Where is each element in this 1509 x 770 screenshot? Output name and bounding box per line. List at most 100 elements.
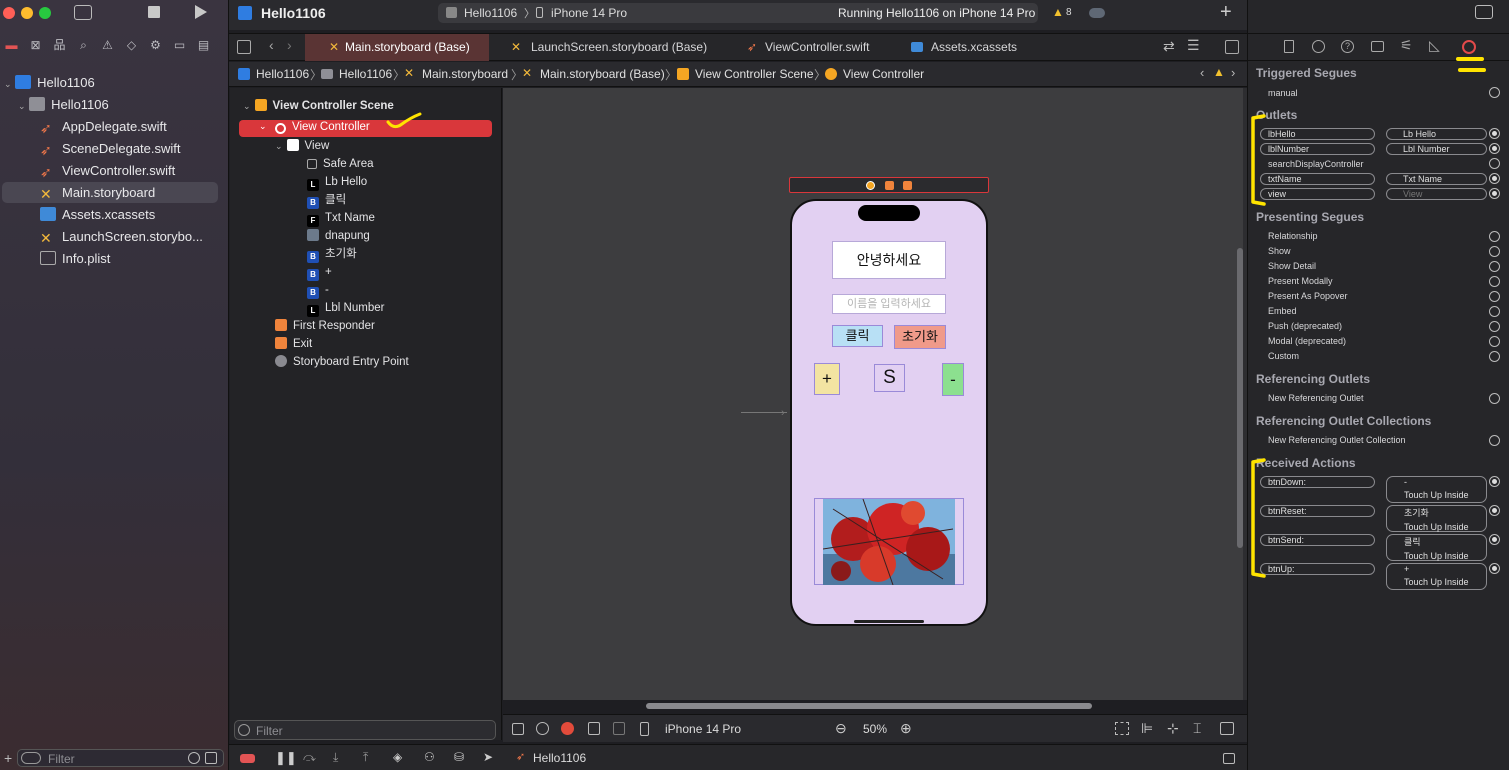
file-main-storyboard[interactable]: ✕ Main.storyboard	[2, 182, 218, 203]
action-target[interactable]: + Touch Up Inside	[1386, 563, 1487, 590]
outline-plus-button[interactable]: B +	[307, 263, 332, 281]
connection-well[interactable]	[1489, 291, 1500, 302]
outline-click-button[interactable]: B 클릭	[307, 191, 346, 209]
connection-well[interactable]	[1489, 505, 1500, 516]
close-window-button[interactable]	[3, 7, 15, 19]
run-icon[interactable]	[195, 5, 207, 19]
outlet-target[interactable]: Lb Hello	[1386, 128, 1487, 140]
outline-reset-button[interactable]: B 초기화	[307, 245, 357, 263]
outline-view[interactable]: ⌄ View	[275, 137, 329, 155]
minimize-window-button[interactable]	[21, 7, 33, 19]
step-into-icon[interactable]: ⤓	[333, 750, 338, 765]
align-icon[interactable]: ⊫	[1141, 720, 1153, 737]
number-label[interactable]: S	[874, 364, 905, 392]
connection-well[interactable]	[1489, 435, 1500, 446]
first-responder-icon[interactable]	[885, 181, 894, 190]
outline-txt-name[interactable]: F Txt Name	[307, 209, 375, 227]
file-assets[interactable]: Assets.xcassets	[0, 204, 229, 225]
scheme-selector[interactable]: Hello1106	[464, 6, 517, 20]
name-text-field[interactable]: 이름을 입력하세요	[832, 294, 946, 314]
inspector-toggle-icon[interactable]	[1475, 5, 1493, 19]
plus-button[interactable]: +	[814, 363, 840, 395]
connection-well[interactable]	[1489, 393, 1500, 404]
connection-well[interactable]	[1489, 276, 1500, 287]
issue-icon[interactable]: ⚠	[100, 38, 115, 53]
warning-icon[interactable]: ▲	[1052, 5, 1064, 19]
jump-item[interactable]: View Controller	[843, 67, 924, 81]
iphone-preview[interactable]: 안녕하세요 이름을 입력하세요 클릭 초기화 + S -	[790, 199, 988, 626]
warning-icon[interactable]: ▲	[1213, 65, 1225, 79]
vertical-scrollbar[interactable]	[1237, 248, 1243, 548]
jump-item[interactable]: Hello1106	[339, 67, 392, 81]
device-config[interactable]: iPhone 14 Pro	[665, 722, 741, 736]
source-control-icon[interactable]: ⊠	[28, 38, 43, 53]
environment-icon[interactable]: ⛁	[454, 750, 464, 764]
connection-well[interactable]	[1489, 306, 1500, 317]
layout-icon[interactable]	[613, 722, 625, 735]
breakpoint-icon[interactable]: ▭	[172, 38, 187, 53]
jump-item[interactable]: Hello1106	[256, 67, 309, 81]
console-toggle-icon[interactable]	[1223, 753, 1235, 764]
connection-well[interactable]	[1489, 246, 1500, 257]
forward-icon[interactable]: ›	[287, 37, 292, 53]
help-inspector-icon[interactable]: ?	[1341, 40, 1354, 53]
tab-assets[interactable]: Assets.xcassets	[889, 34, 1029, 61]
clock-icon[interactable]	[188, 752, 200, 764]
navigator-filter-field[interactable]: Filter	[17, 749, 224, 767]
editor-options-icon[interactable]: ☰	[1187, 37, 1200, 54]
connection-well[interactable]	[1489, 143, 1500, 154]
breakpoints-icon[interactable]	[240, 754, 255, 763]
zoom-window-button[interactable]	[39, 7, 51, 19]
appearance-icon[interactable]	[561, 722, 574, 735]
outline-lbl-number[interactable]: L Lbl Number	[307, 299, 384, 317]
file-viewcontroller[interactable]: ➶ ViewController.swift	[0, 160, 229, 181]
split-editor-icon[interactable]	[1225, 40, 1239, 54]
click-button[interactable]: 클릭	[832, 325, 883, 347]
connection-well[interactable]	[1489, 173, 1500, 184]
symbol-icon[interactable]: 品	[52, 38, 67, 53]
connection-well[interactable]	[1489, 476, 1500, 487]
outline-scene[interactable]: ⌄ View Controller Scene	[243, 97, 394, 115]
filter-options-icon[interactable]	[205, 752, 217, 764]
tab-main-storyboard[interactable]: ✕ Main.storyboard (Base)	[305, 34, 489, 61]
zoom-in-icon[interactable]: ⊕	[900, 720, 912, 737]
step-out-icon[interactable]: ⤒	[363, 750, 368, 765]
connection-well[interactable]	[1489, 188, 1500, 199]
connections-inspector-icon[interactable]	[1462, 40, 1476, 54]
accessibility-icon[interactable]	[536, 722, 549, 735]
connection-well[interactable]	[1489, 158, 1500, 169]
zoom-level[interactable]: 50%	[863, 722, 887, 736]
file-info-plist[interactable]: Info.plist	[0, 248, 229, 269]
outline-image[interactable]: dnapung	[307, 227, 370, 245]
attributes-inspector-icon[interactable]: ⚟	[1400, 37, 1413, 54]
view-controller-icon[interactable]	[866, 181, 875, 190]
outline-safe-area[interactable]: Safe Area	[307, 155, 374, 173]
view-hierarchy-icon[interactable]: ◈	[393, 750, 402, 764]
reset-button[interactable]: 초기화	[894, 325, 946, 349]
orientation-icon[interactable]	[588, 722, 600, 735]
scene-dock[interactable]	[789, 177, 989, 193]
jump-item[interactable]: View Controller Scene	[695, 67, 814, 81]
outline-lb-hello[interactable]: L Lb Hello	[307, 173, 367, 191]
grid-icon[interactable]	[237, 40, 251, 54]
test-icon[interactable]: ◇	[124, 38, 139, 53]
location-icon[interactable]: ➤	[483, 750, 493, 764]
connection-well[interactable]	[1489, 128, 1500, 139]
action-target[interactable]: - Touch Up Inside	[1386, 476, 1487, 503]
step-over-icon[interactable]: ⤼	[303, 750, 316, 765]
embed-icon[interactable]	[1220, 722, 1234, 735]
action-target[interactable]: 초기화 Touch Up Inside	[1386, 505, 1487, 532]
outline-first-responder[interactable]: First Responder	[275, 317, 375, 335]
outline-minus-button[interactable]: B-	[307, 281, 329, 299]
outline-exit[interactable]: Exit	[275, 335, 312, 353]
activity-viewer[interactable]: Hello1106 〉 iPhone 14 Pro Running Hello1…	[438, 3, 1072, 23]
debug-icon[interactable]: ⚙	[148, 38, 163, 53]
file-appdelegate[interactable]: ➶ AppDelegate.swift	[0, 116, 229, 137]
refresh-icon[interactable]: ⇄	[1163, 38, 1175, 55]
tab-launchscreen[interactable]: ✕ LaunchScreen.storyboard (Base)	[491, 34, 711, 61]
file-scenedelegate[interactable]: ➶ SceneDelegate.swift	[0, 138, 229, 159]
connection-well[interactable]	[1489, 321, 1500, 332]
sidebar-toggle-icon[interactable]	[74, 5, 92, 20]
pause-icon[interactable]: ❚❚	[275, 750, 297, 766]
stop-icon[interactable]	[148, 6, 160, 18]
